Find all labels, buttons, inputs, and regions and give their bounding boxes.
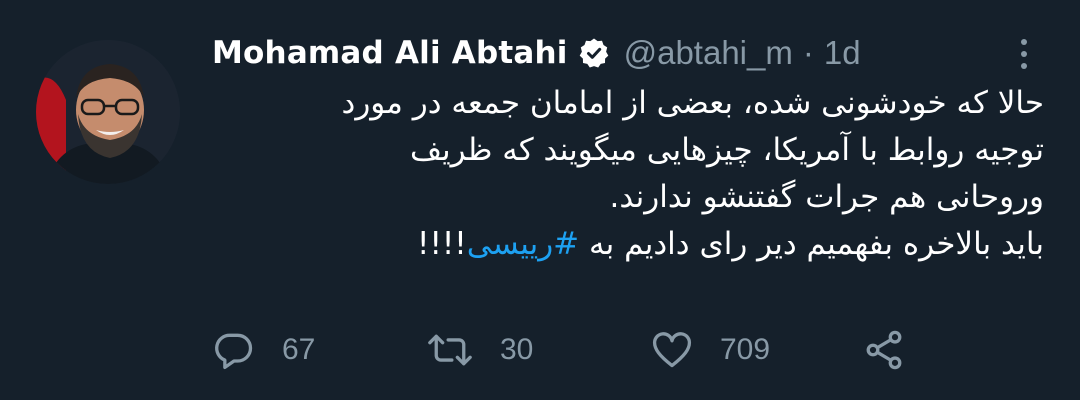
more-vertical-icon[interactable]	[1012, 34, 1036, 74]
share-button[interactable]	[862, 322, 906, 378]
reply-button[interactable]: 67	[212, 322, 315, 378]
tweet-timestamp[interactable]: 1d	[824, 34, 861, 72]
share-icon	[866, 330, 902, 370]
avatar[interactable]	[36, 40, 180, 184]
avatar-photo	[36, 40, 180, 184]
reply-icon	[215, 333, 253, 370]
author-name[interactable]: Mohamad Ali Abtahi	[212, 35, 568, 71]
tweet-text-line: توجیه روابط با آمریکا، چیزهایی میگویند ک…	[409, 132, 1044, 168]
tweet-text-line: وروحانی هم جرات گفتنشو ندارند.	[609, 179, 1045, 215]
header-separator: ·	[802, 34, 814, 71]
tweet-text-line: باید بالاخره بفهمیم دیر رای دادیم به #ری…	[212, 221, 1044, 268]
tweet-card[interactable]: Mohamad Ali Abtahi @abtahi_m · 1d حالا ک…	[0, 0, 1080, 400]
tweet-header: Mohamad Ali Abtahi @abtahi_m · 1d	[212, 30, 861, 76]
like-button[interactable]: 709	[650, 322, 770, 378]
hashtag-link[interactable]: #رییسی	[467, 226, 579, 262]
retweet-button[interactable]: 30	[426, 322, 533, 378]
tweet-text-line: حالا که خودشونی شده، بعضی از امامان جمعه…	[341, 85, 1044, 121]
author-handle[interactable]: @abtahi_m	[624, 34, 793, 72]
heart-icon	[652, 332, 692, 368]
like-count: 709	[720, 333, 771, 366]
reply-count: 67	[282, 333, 316, 366]
tweet-text-prefix: باید بالاخره بفهمیم دیر رای دادیم به	[579, 226, 1044, 262]
retweet-count: 30	[500, 333, 534, 366]
tweet-actions: 67 30 709	[212, 322, 932, 378]
verified-badge-icon	[578, 37, 610, 69]
tweet-text: حالا که خودشونی شده، بعضی از امامان جمعه…	[212, 80, 1044, 268]
retweet-icon	[428, 334, 472, 366]
tweet-text-suffix: !!!!	[417, 226, 467, 262]
